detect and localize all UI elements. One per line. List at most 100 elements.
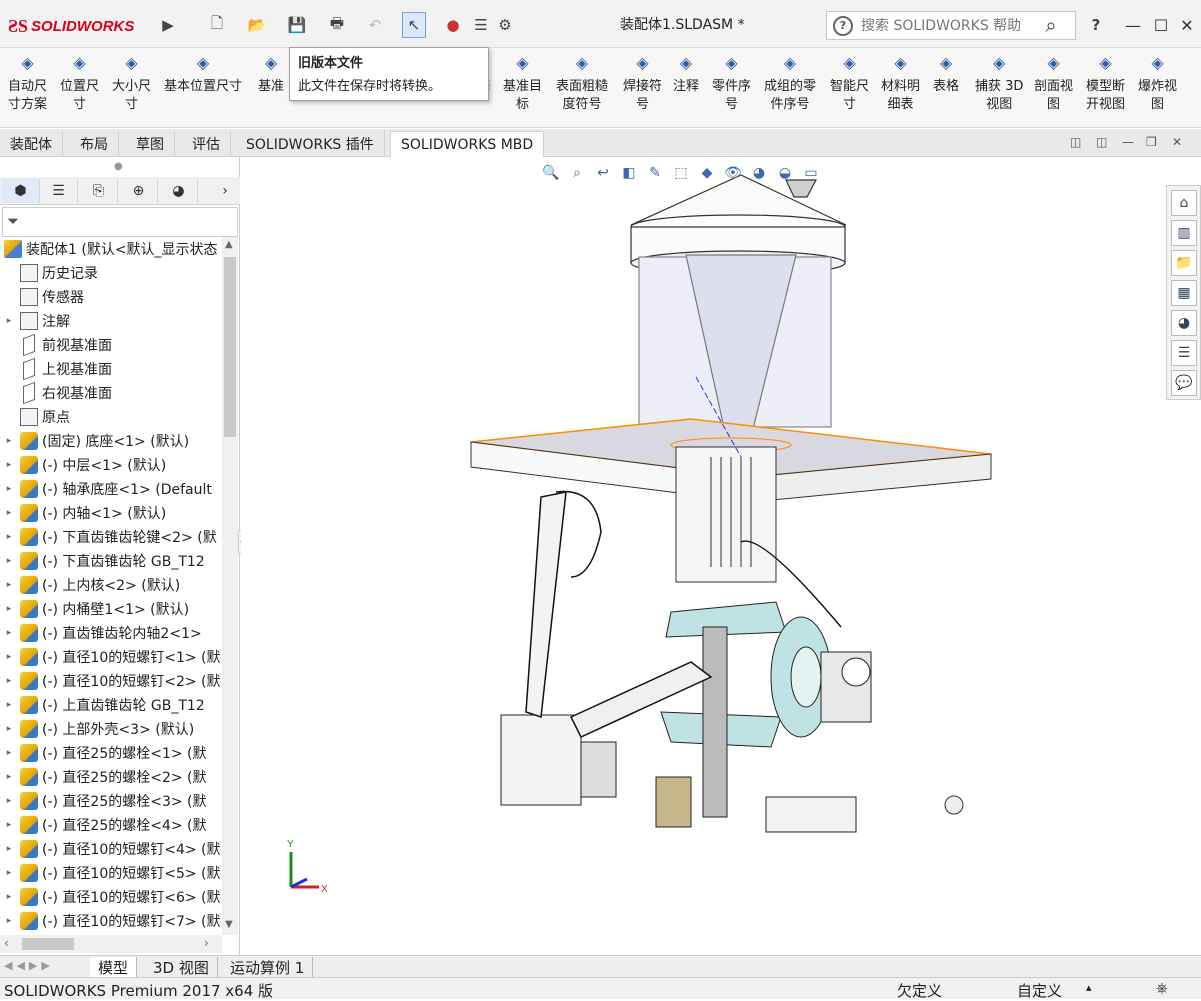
tab-layout[interactable]: 布局 xyxy=(70,131,119,157)
expand-arrow-icon[interactable]: ▸ xyxy=(4,892,14,902)
dimxpert-tab-icon[interactable]: ⊕ xyxy=(120,179,158,203)
tab-sketch[interactable]: 草图 xyxy=(126,131,175,157)
configuration-tab-icon[interactable]: ⎘ xyxy=(80,179,118,203)
more-tabs-icon[interactable]: › xyxy=(206,179,244,203)
select-icon[interactable]: ↖ xyxy=(402,12,426,38)
cmd-table-button[interactable]: ◈ 表格 xyxy=(933,54,959,96)
custom-properties-icon[interactable]: ☰ xyxy=(1171,340,1197,366)
apply-scene-icon[interactable]: ◒ xyxy=(775,163,795,183)
design-library-icon[interactable]: ▥ xyxy=(1171,220,1197,246)
cmd-weld-button[interactable]: ◈ 焊接符号 xyxy=(623,54,662,114)
tree-item[interactable]: 传感器 xyxy=(0,285,222,309)
tree-item[interactable]: ▸ (-) 直径10的短螺钉<4> (默 xyxy=(0,837,222,861)
tab-model[interactable]: 模型 xyxy=(90,957,138,977)
tree-item[interactable]: 右视基准面 xyxy=(0,381,222,405)
cmd-auto-dim-button[interactable]: ◈ 自动尺 寸方案 xyxy=(8,54,47,114)
hide-show-icon[interactable]: 👁 xyxy=(723,163,743,183)
expand-arrow-icon[interactable]: ▸ xyxy=(4,532,14,542)
tab-3d-view[interactable]: 3D 视图 xyxy=(145,957,218,977)
help-button[interactable]: ? xyxy=(1086,12,1106,38)
search-icon[interactable]: ⌕ xyxy=(1036,12,1066,38)
close-icon[interactable]: ✕ xyxy=(1174,12,1200,38)
cmd-surface-finish-button[interactable]: ◈ 表面粗糙 度符号 xyxy=(556,54,608,114)
close-view-icon[interactable]: ✕ xyxy=(1172,135,1182,149)
cmd-section-view-button[interactable]: ◈ 剖面视图 xyxy=(1034,54,1073,114)
property-manager-tab-icon[interactable]: ☰ xyxy=(40,179,78,203)
dynamic-annotation-icon[interactable]: ✎ xyxy=(645,163,665,183)
expand-arrow-icon[interactable]: ▸ xyxy=(4,628,14,638)
tab-evaluate[interactable]: 评估 xyxy=(182,131,231,157)
expand-arrow-icon[interactable]: ▸ xyxy=(4,868,14,878)
options-gear-icon[interactable]: ⚙ xyxy=(494,12,516,38)
tab-assembly[interactable]: 装配体 xyxy=(0,131,63,157)
previous-view-icon[interactable]: ↩ xyxy=(593,163,613,183)
tree-item[interactable]: ▸ (-) 内轴<1> (默认) xyxy=(0,501,222,525)
cmd-capture-3d-button[interactable]: ◈ 捕获 3D 视图 xyxy=(975,54,1023,114)
expand-arrow-icon[interactable]: ▸ xyxy=(4,700,14,710)
expand-arrow-icon[interactable]: ▸ xyxy=(4,820,14,830)
tree-item[interactable]: ▸ (-) 下直齿锥齿轮 GB_T12 xyxy=(0,549,222,573)
units-dropdown-icon[interactable]: ▴ xyxy=(1086,981,1092,994)
tree-item[interactable]: ▸ (固定) 底座<1> (默认) xyxy=(0,429,222,453)
maximize-icon[interactable]: ☐ xyxy=(1148,12,1174,38)
tree-item[interactable]: ▸ (-) 直齿锥齿轮内轴2<1> xyxy=(0,621,222,645)
tree-item[interactable]: ▸ (-) 直径10的短螺钉<2> (默 xyxy=(0,669,222,693)
save-icon[interactable]: 💾 xyxy=(284,12,310,38)
section-view-hu-icon[interactable]: ◧ xyxy=(619,163,639,183)
tree-root[interactable]: 装配体1 (默认<默认_显示状态 xyxy=(0,237,222,261)
scroll-right-icon[interactable]: › xyxy=(204,936,209,950)
file-properties-icon[interactable]: ☰ xyxy=(470,12,492,38)
tree-item[interactable]: 原点 xyxy=(0,405,222,429)
tab-mbd[interactable]: SOLIDWORKS MBD xyxy=(390,131,545,157)
tree-item[interactable]: ▸ (-) 中层<1> (默认) xyxy=(0,453,222,477)
tree-item[interactable]: ▸ (-) 直径10的短螺钉<1> (默 xyxy=(0,645,222,669)
expand-arrow-icon[interactable]: ▸ xyxy=(4,772,14,782)
cmd-size-dim-button[interactable]: ◈ 大小尺寸 xyxy=(112,54,151,114)
appearances-icon[interactable]: ◕ xyxy=(1171,310,1197,336)
display-manager-tab-icon[interactable]: ◕ xyxy=(160,179,198,203)
scroll-left-icon[interactable]: ‹ xyxy=(4,936,9,950)
expand-arrow-icon[interactable]: ▸ xyxy=(4,484,14,494)
expand-arrow-icon[interactable]: ▸ xyxy=(4,844,14,854)
scroll-thumb[interactable] xyxy=(224,257,236,437)
tree-item[interactable]: ▸ (-) 上直齿锥齿轮 GB_T12 xyxy=(0,693,222,717)
cmd-smart-dim-button[interactable]: ◈ 智能尺寸 xyxy=(830,54,869,114)
tree-filter[interactable]: ⏷ xyxy=(2,207,238,237)
expand-arrow-icon[interactable]: ▸ xyxy=(4,604,14,614)
restore-view-icon[interactable]: — xyxy=(1122,135,1134,149)
expand-arrow-icon[interactable]: ▸ xyxy=(4,676,14,686)
tree-item[interactable]: ▸ (-) 直径25的螺栓<4> (默 xyxy=(0,813,222,837)
tree-item[interactable]: ▸ 注解 xyxy=(0,309,222,333)
expand-arrow-icon[interactable]: ▸ xyxy=(4,916,14,926)
tree-item[interactable]: ▸ (-) 上部外壳<3> (默认) xyxy=(0,717,222,741)
file-explorer-icon[interactable]: 📁 xyxy=(1171,250,1197,276)
tile-right-icon[interactable]: ◫ xyxy=(1096,135,1107,149)
expand-arrow-icon[interactable]: ▸ xyxy=(4,436,14,446)
open-document-icon[interactable]: 📂 xyxy=(244,12,270,38)
solidworks-resources-icon[interactable]: ⌂ xyxy=(1171,190,1197,216)
expand-arrow-icon[interactable]: ▸ xyxy=(4,508,14,518)
cmd-basic-loc-dim-button[interactable]: ◈ 基本位置尺寸 xyxy=(164,54,242,96)
tree-item[interactable]: 前视基准面 xyxy=(0,333,222,357)
zoom-area-icon[interactable]: ⌕ xyxy=(567,163,587,183)
scroll-down-icon[interactable]: ▼ xyxy=(225,919,233,930)
display-style-icon[interactable]: ◆ xyxy=(697,163,717,183)
panel-grip-icon[interactable]: ● xyxy=(114,161,123,172)
zoom-to-fit-icon[interactable]: 🔍 xyxy=(541,163,561,183)
tree-item[interactable]: ▸ (-) 直径25的螺栓<2> (默 xyxy=(0,765,222,789)
expand-arrow-icon[interactable]: ▸ xyxy=(4,748,14,758)
tree-item[interactable]: ▸ (-) 轴承底座<1> (Default xyxy=(0,477,222,501)
print-icon[interactable]: 🖶 xyxy=(324,12,350,38)
expand-arrow-icon[interactable]: ▸ xyxy=(4,580,14,590)
minimize-icon[interactable]: — xyxy=(1120,12,1146,38)
tab-scroll-icons[interactable]: ◀◀▶▶ xyxy=(4,959,54,972)
feature-tree-tab-icon[interactable]: ⬢ xyxy=(2,179,40,203)
tab-addins[interactable]: SOLIDWORKS 插件 xyxy=(236,131,385,157)
tree-item[interactable]: 历史记录 xyxy=(0,261,222,285)
tree-item[interactable]: ▸ (-) 直径10的短螺钉<7> (默 xyxy=(0,909,222,933)
tree-item[interactable]: 上视基准面 xyxy=(0,357,222,381)
expand-arrow-icon[interactable]: ▸ xyxy=(4,652,14,662)
search-input[interactable] xyxy=(861,17,1031,34)
expand-arrow-icon[interactable]: ▸ xyxy=(4,796,14,806)
tree-item[interactable]: ▸ (-) 直径25的螺栓<1> (默 xyxy=(0,741,222,765)
